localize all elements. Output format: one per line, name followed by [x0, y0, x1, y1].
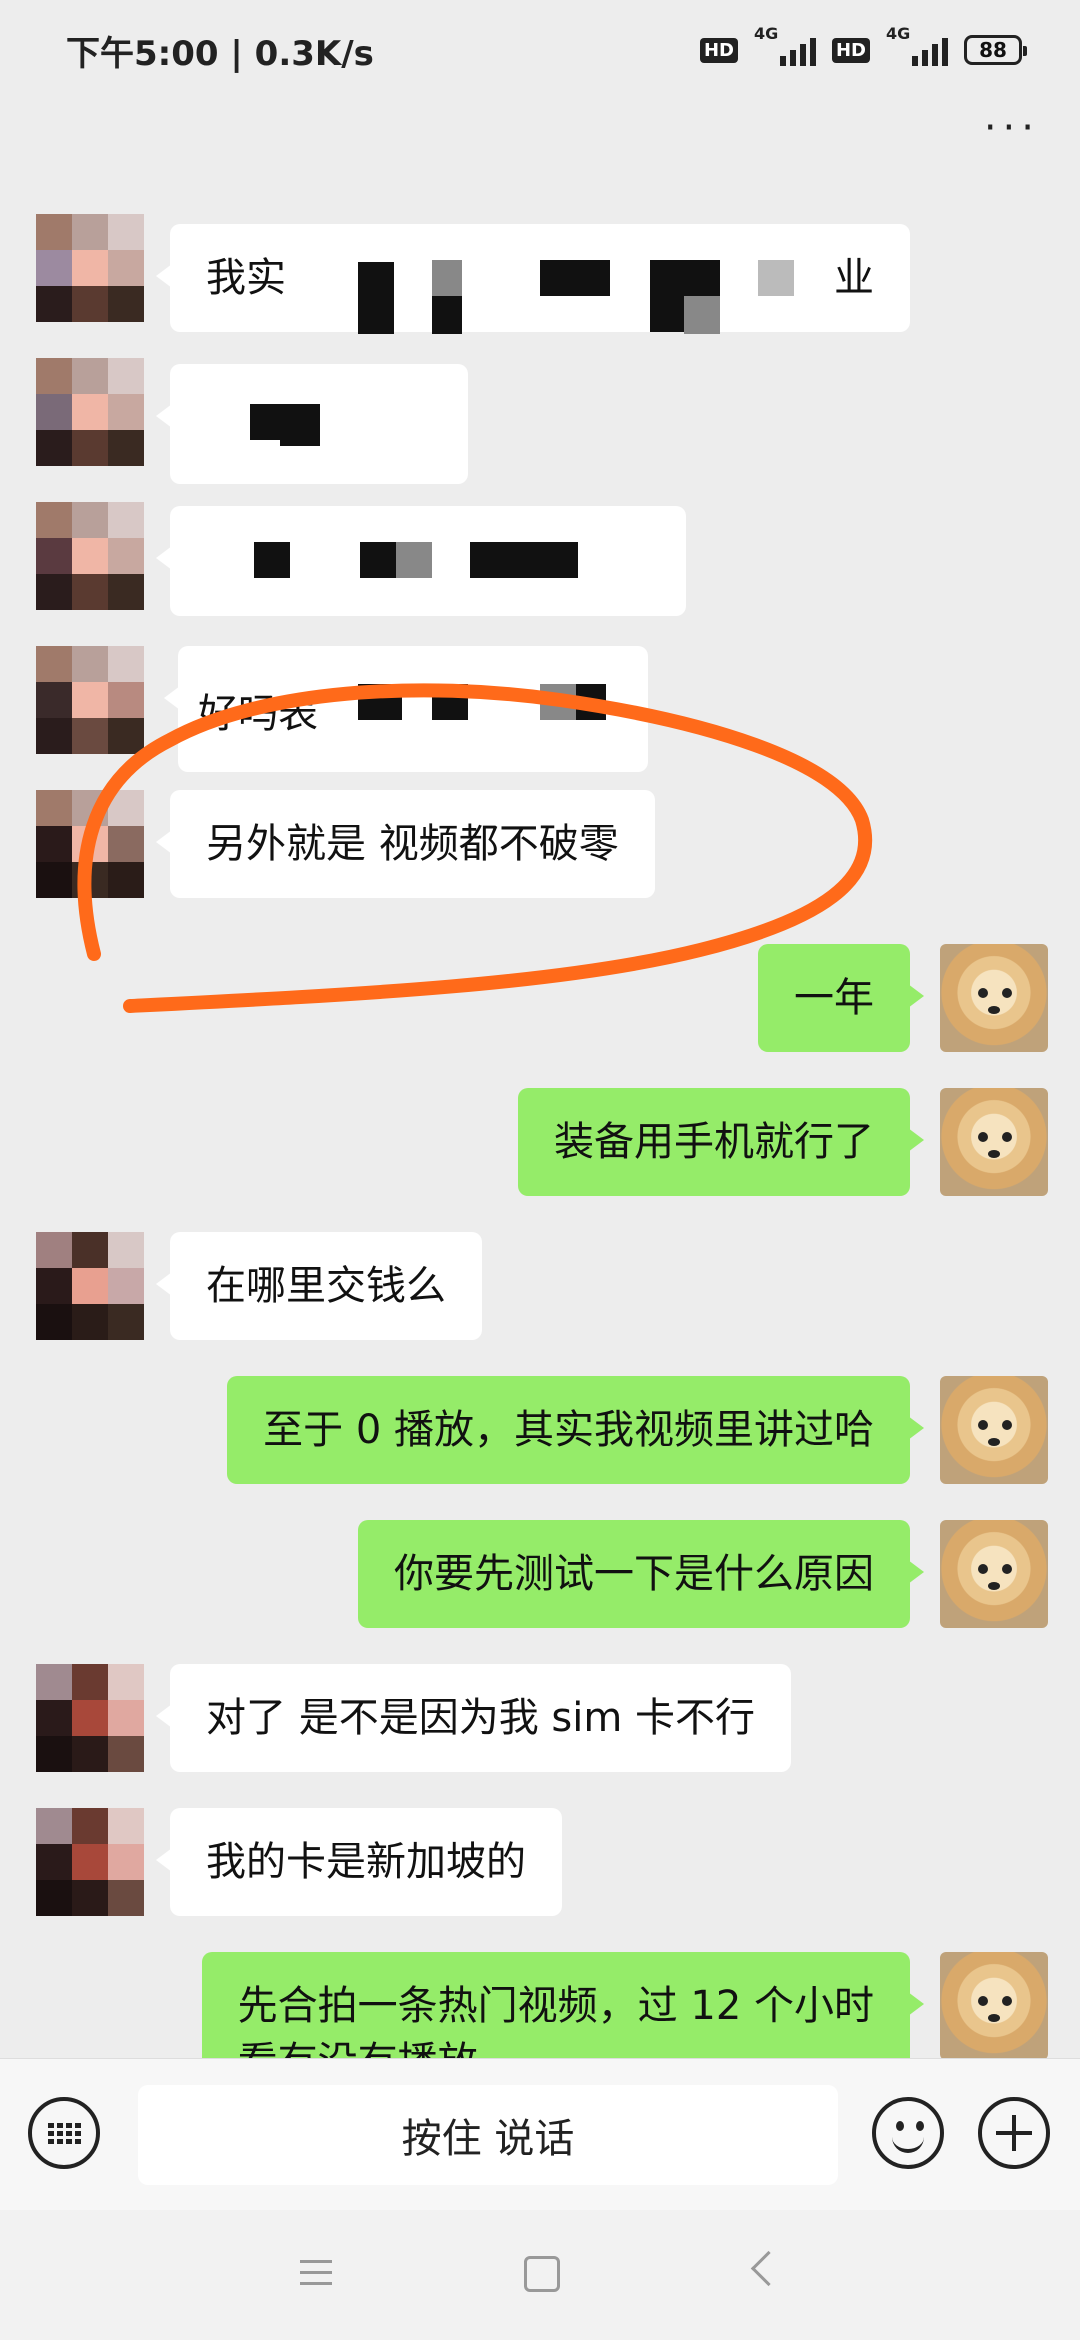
signal-icon-2: 4G	[886, 24, 948, 70]
hd-icon: HD	[699, 37, 738, 63]
contact-avatar[interactable]	[36, 646, 144, 754]
contact-avatar[interactable]	[36, 1808, 144, 1916]
battery-icon: 88	[964, 35, 1027, 65]
contact-avatar[interactable]	[36, 1232, 144, 1340]
my-avatar[interactable]	[940, 944, 1048, 1052]
system-nav-bar	[0, 2210, 1080, 2340]
message-bubble[interactable]	[156, 364, 468, 484]
message-bubble[interactable]: 你要先测试一下是什么原因	[358, 1520, 924, 1628]
my-avatar[interactable]	[940, 1376, 1048, 1484]
message-bubble[interactable]	[156, 506, 686, 616]
more-dots-icon[interactable]: ···	[984, 108, 1040, 148]
my-avatar[interactable]	[940, 1088, 1048, 1196]
contact-avatar[interactable]	[36, 1664, 144, 1772]
message-bubble[interactable]: 好吗表	[164, 646, 648, 772]
my-avatar[interactable]	[940, 1952, 1048, 2060]
signal-icon: 4G	[754, 24, 816, 70]
message-bubble[interactable]: 另外就是 视频都不破零	[156, 790, 655, 898]
back-icon[interactable]	[750, 2250, 787, 2287]
contact-avatar[interactable]	[36, 502, 144, 610]
message-bubble[interactable]: 对了 是不是因为我 sim 卡不行	[155, 1664, 792, 1772]
message-bubble[interactable]: 在哪里交钱么	[156, 1232, 482, 1340]
message-bubble[interactable]: 至于 0 播放，其实我视频里讲过哈	[227, 1376, 924, 1484]
chat-input-bar: 按住 说话	[0, 2058, 1080, 2211]
message-bubble[interactable]: 一年	[758, 944, 924, 1052]
status-time: 下午5:00 | 0.3K/s	[66, 34, 374, 74]
emoji-icon[interactable]	[872, 2097, 944, 2169]
contact-avatar[interactable]	[36, 214, 144, 322]
contact-avatar[interactable]	[36, 790, 144, 898]
keyboard-icon[interactable]	[28, 2097, 100, 2169]
plus-icon[interactable]	[978, 2097, 1050, 2169]
message-bubble[interactable]: 我实 业	[156, 224, 910, 334]
my-avatar[interactable]	[940, 1520, 1048, 1628]
contact-avatar[interactable]	[36, 358, 144, 466]
message-bubble[interactable]: 我的卡是新加坡的	[156, 1808, 562, 1916]
message-bubble[interactable]: 装备用手机就行了	[518, 1088, 924, 1196]
hold-to-talk-button[interactable]: 按住 说话	[138, 2085, 838, 2185]
hd-icon-2: HD	[831, 37, 870, 63]
status-icons: HD 4G HD 4G 88	[699, 24, 1027, 70]
home-icon[interactable]	[524, 2256, 560, 2292]
menu-icon[interactable]	[300, 2260, 332, 2293]
status-bar: 下午5:00 | 0.3K/s HD 4G HD 4G 88	[0, 0, 1080, 96]
